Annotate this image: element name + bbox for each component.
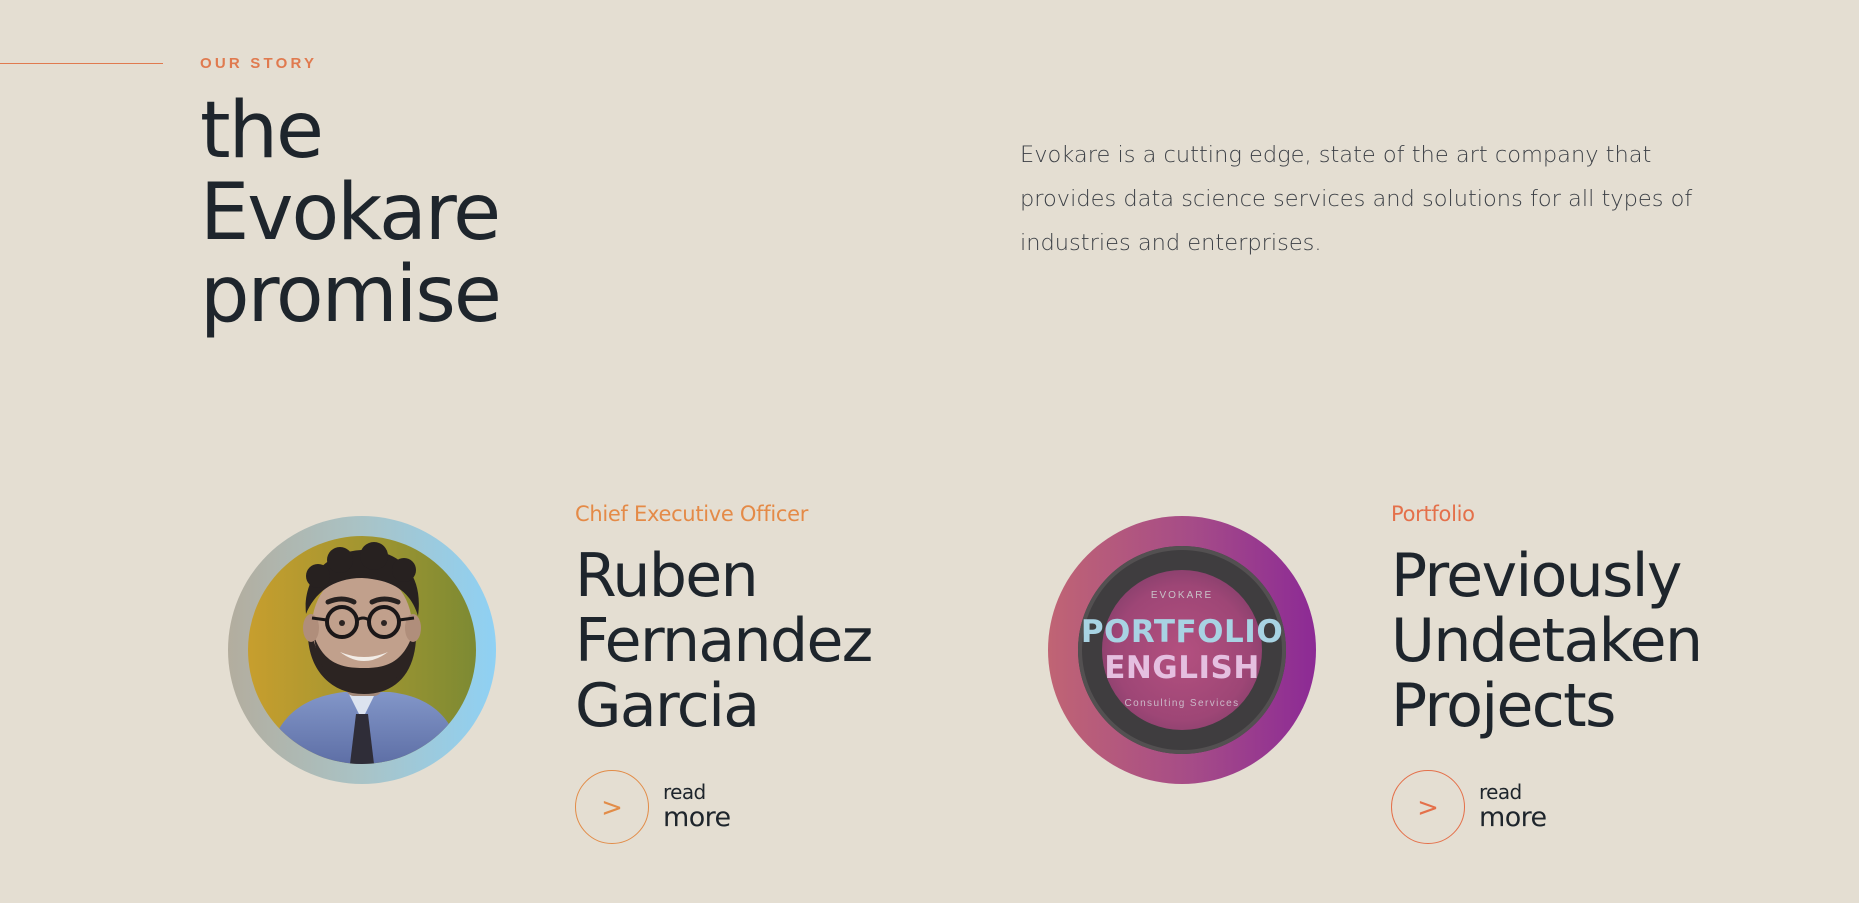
portfolio-image-title: PORTFOLIO [1080, 614, 1284, 650]
card-title-line: Projects [1391, 671, 1616, 741]
card-title-line: Garcia [575, 671, 760, 741]
card-title-line: Ruben [575, 541, 759, 611]
arrow-circle-icon[interactable]: > [1391, 770, 1465, 844]
arrow-circle-icon[interactable]: > [575, 770, 649, 844]
card-label-ceo: Chief Executive Officer [575, 502, 809, 526]
card-title-portfolio: Previously Undetaken Projects [1391, 541, 1703, 741]
portrait-image [248, 536, 476, 764]
read-more-label[interactable]: read more [1479, 781, 1547, 833]
read-more-label[interactable]: read more [663, 781, 731, 833]
section-eyebrow: OUR STORY [200, 55, 318, 72]
read-more-line1: read [1479, 780, 1522, 804]
read-more-ceo-link[interactable]: > read more [575, 769, 731, 845]
card-title-line: Undetaken [1391, 606, 1703, 676]
headline-line: the [200, 86, 324, 176]
headline-line: Evokare [200, 168, 501, 258]
read-more-portfolio-link[interactable]: > read more [1391, 769, 1547, 845]
card-label-portfolio: Portfolio [1391, 502, 1475, 526]
page-headline: the Evokare promise [200, 86, 502, 340]
read-more-line1: read [663, 780, 706, 804]
card-title-line: Previously [1391, 541, 1682, 611]
portfolio-image-subtitle: Consulting Services [1124, 698, 1240, 709]
portfolio-image-title: ENGLISH [1104, 650, 1260, 686]
story-accent-line [0, 63, 163, 64]
company-description: Evokare is a cutting edge, state of the … [1020, 142, 1693, 256]
read-more-line2: more [1479, 802, 1547, 833]
card-title-line: Fernandez [575, 606, 873, 676]
portfolio-image-brand: EVOKARE [1150, 590, 1214, 601]
read-more-line2: more [663, 802, 731, 833]
headline-line: promise [200, 250, 502, 340]
portfolio-cover-image: EVOKARE PORTFOLIO ENGLISH Consulting Ser… [1048, 516, 1316, 784]
ceo-portrait-photo [228, 516, 496, 784]
card-title-ceo: Ruben Fernandez Garcia [575, 541, 873, 741]
